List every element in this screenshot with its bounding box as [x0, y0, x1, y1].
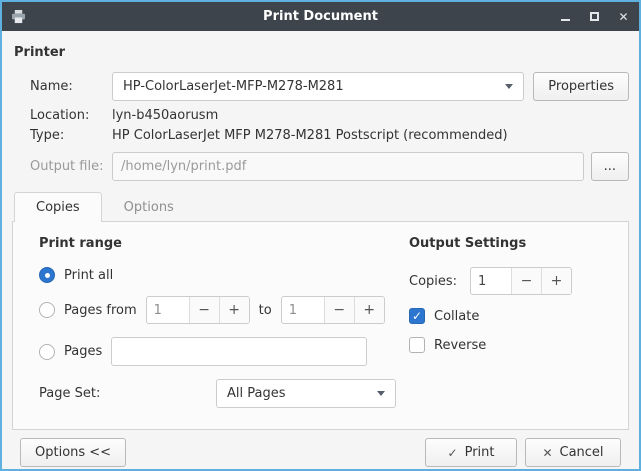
tab-options[interactable]: Options — [102, 192, 196, 222]
plus-icon[interactable]: + — [541, 268, 571, 294]
print-all-label: Print all — [64, 268, 113, 283]
dialog-body: Printer Name: HP-ColorLaserJet-MFP-M278-… — [2, 31, 639, 471]
reverse-option[interactable]: Reverse — [409, 337, 620, 353]
notebook: Copies Options Print range Print all Pag… — [12, 191, 629, 430]
copies-input[interactable] — [471, 268, 511, 294]
printer-location-label: Location: — [30, 108, 112, 123]
minimize-icon — [561, 19, 570, 21]
close-icon: ✕ — [542, 446, 552, 460]
window-title: Print Document — [72, 9, 569, 24]
printer-type-value: HP ColorLaserJet MFP M278-M281 Postscrip… — [112, 128, 508, 143]
pages-radio[interactable] — [39, 344, 55, 360]
cancel-button-label: Cancel — [560, 445, 604, 460]
pages-to-label: to — [259, 303, 272, 318]
tab-copies[interactable]: Copies — [14, 192, 102, 222]
tab-bar: Copies Options — [14, 191, 629, 221]
reverse-checkbox[interactable] — [409, 337, 425, 353]
printer-name-combobox[interactable]: HP-ColorLaserJet-MFP-M278-M281 — [112, 72, 524, 101]
minimize-button[interactable] — [559, 10, 572, 23]
collate-label: Collate — [434, 309, 479, 324]
options-toggle-button[interactable]: Options << — [20, 438, 126, 467]
printer-location-row: Location: lyn-b450aorusm — [30, 108, 629, 123]
plus-icon[interactable]: + — [219, 297, 249, 323]
minus-icon[interactable]: − — [511, 268, 541, 294]
copies-row: Copies: − + — [409, 267, 620, 295]
pages-from-input[interactable] — [147, 297, 189, 323]
browse-button[interactable]: ... — [591, 152, 629, 181]
printer-location-value: lyn-b450aorusm — [112, 108, 218, 123]
printer-name-value: HP-ColorLaserJet-MFP-M278-M281 — [123, 79, 497, 94]
output-file-label: Output file: — [30, 159, 112, 174]
pages-from-option: Pages from − + to − + — [39, 296, 401, 324]
properties-button[interactable]: Properties — [533, 72, 629, 101]
print-all-radio[interactable] — [39, 267, 55, 283]
pages-label: Pages — [64, 344, 102, 359]
printer-type-label: Type: — [30, 128, 112, 143]
print-button-label: Print — [465, 445, 495, 460]
print-button[interactable]: ✓ Print — [425, 438, 517, 467]
page-set-row: Page Set: All Pages — [39, 379, 401, 408]
chevron-down-icon — [377, 391, 385, 396]
print-range-group: Print range Print all Pages from − + — [23, 234, 401, 421]
pages-from-spinbox: − + — [146, 296, 250, 324]
printer-section-heading: Printer — [14, 45, 627, 60]
reverse-label: Reverse — [434, 338, 486, 353]
check-icon: ✓ — [448, 446, 458, 460]
check-icon: ✓ — [412, 309, 422, 323]
output-file-row: Output file: ... — [30, 152, 629, 181]
copies-tab-panel: Print range Print all Pages from − + — [12, 221, 629, 430]
output-file-input[interactable] — [112, 152, 584, 181]
page-set-label: Page Set: — [39, 386, 207, 401]
pages-to-input[interactable] — [282, 297, 324, 323]
page-set-value: All Pages — [227, 386, 369, 401]
printer-app-icon — [11, 10, 26, 24]
output-settings-heading: Output Settings — [409, 236, 620, 251]
pages-from-radio[interactable] — [39, 302, 55, 318]
collate-option[interactable]: ✓ Collate — [409, 308, 620, 324]
copies-spinbox: − + — [470, 267, 572, 295]
chevron-down-icon — [505, 84, 513, 89]
window-controls: ✕ — [559, 10, 630, 23]
pages-option: Pages — [39, 337, 401, 366]
dialog-footer: Options << ✓ Print ✕ Cancel — [12, 430, 629, 471]
print-dialog-window: Print Document ✕ Printer Name: HP-ColorL… — [0, 0, 641, 471]
page-set-combobox[interactable]: All Pages — [216, 379, 396, 408]
pages-from-label: Pages from — [64, 303, 137, 318]
minus-icon[interactable]: − — [324, 297, 354, 323]
print-all-option[interactable]: Print all — [39, 267, 401, 283]
close-button[interactable]: ✕ — [617, 10, 630, 23]
plus-icon[interactable]: + — [354, 297, 384, 323]
printer-type-row: Type: HP ColorLaserJet MFP M278-M281 Pos… — [30, 128, 629, 143]
pages-to-spinbox: − + — [281, 296, 385, 324]
pages-input[interactable] — [111, 337, 367, 366]
maximize-icon — [590, 12, 599, 21]
titlebar[interactable]: Print Document ✕ — [2, 2, 639, 31]
printer-name-row: Name: HP-ColorLaserJet-MFP-M278-M281 Pro… — [30, 72, 629, 101]
close-icon: ✕ — [618, 10, 628, 24]
collate-checkbox[interactable]: ✓ — [409, 308, 425, 324]
cancel-button[interactable]: ✕ Cancel — [525, 438, 621, 467]
maximize-button[interactable] — [588, 10, 601, 23]
copies-label: Copies: — [409, 274, 461, 289]
minus-icon[interactable]: − — [189, 297, 219, 323]
printer-name-label: Name: — [30, 79, 112, 94]
print-range-heading: Print range — [39, 236, 401, 251]
output-settings-group: Output Settings Copies: − + ✓ Co — [401, 234, 620, 421]
